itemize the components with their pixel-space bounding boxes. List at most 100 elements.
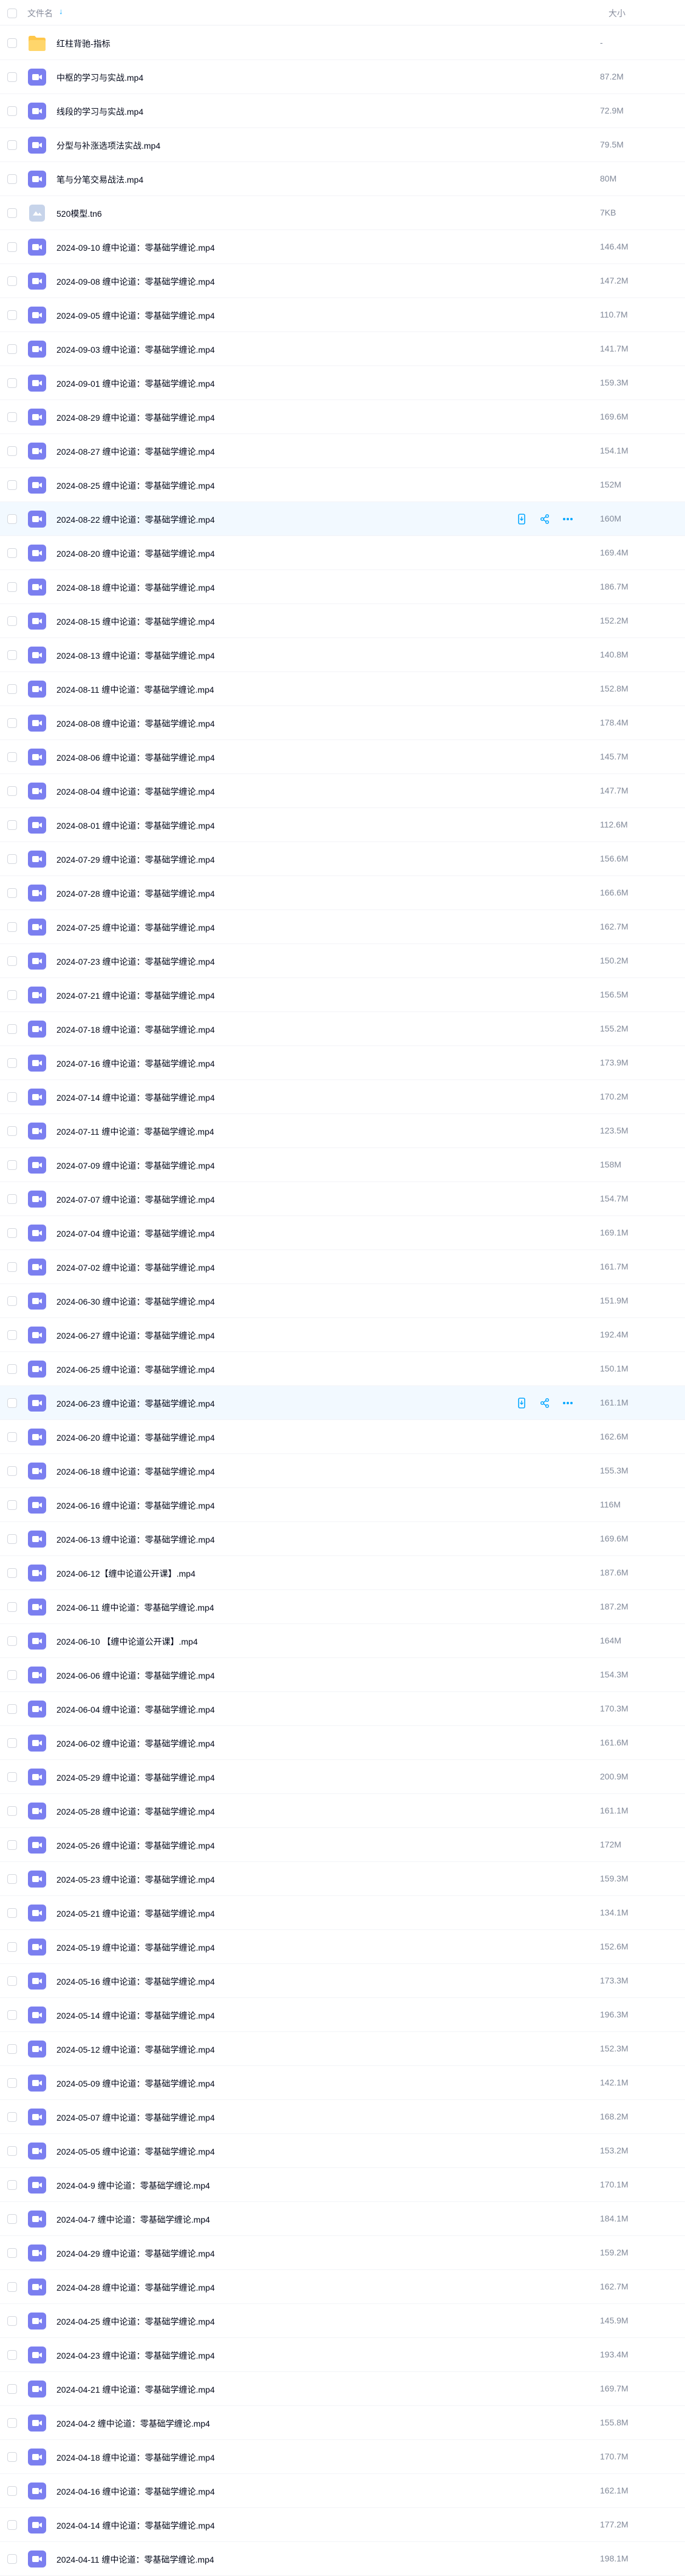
file-name[interactable]: 2024-07-02 缠中论道：零基础学缠论.mp4 [56, 1262, 215, 1274]
row-checkbox[interactable] [7, 1806, 17, 1816]
file-name[interactable]: 2024-05-14 缠中论道：零基础学缠论.mp4 [56, 2010, 215, 2022]
file-row[interactable]: 2024-06-06 缠中论道：零基础学缠论.mp4 154.3M [0, 1658, 685, 1692]
file-row[interactable]: 2024-07-07 缠中论道：零基础学缠论.mp4 154.7M [0, 1182, 685, 1216]
arrow-down-icon[interactable]: ↓ [59, 7, 63, 16]
file-name[interactable]: 2024-04-2 缠中论道：零基础学缠论.mp4 [56, 2418, 210, 2430]
row-checkbox[interactable] [7, 2520, 17, 2530]
row-checkbox[interactable] [7, 106, 17, 116]
file-name[interactable]: 2024-05-05 缠中论道：零基础学缠论.mp4 [56, 2146, 215, 2158]
file-row[interactable]: 2024-05-23 缠中论道：零基础学缠论.mp4 159.3M [0, 1862, 685, 1896]
file-name[interactable]: 2024-07-09 缠中论道：零基础学缠论.mp4 [56, 1160, 215, 1172]
file-row[interactable]: 2024-05-21 缠中论道：零基础学缠论.mp4 134.1M [0, 1896, 685, 1930]
row-checkbox[interactable] [7, 38, 17, 48]
file-row[interactable]: 2024-04-18 缠中论道：零基础学缠论.mp4 170.7M [0, 2440, 685, 2474]
file-row[interactable]: 2024-04-9 缠中论道：零基础学缠论.mp4 170.1M [0, 2168, 685, 2202]
row-checkbox[interactable] [7, 1874, 17, 1884]
file-name[interactable]: 2024-07-14 缠中论道：零基础学缠论.mp4 [56, 1092, 215, 1104]
more-button[interactable] [561, 512, 574, 526]
row-checkbox[interactable] [7, 1296, 17, 1306]
file-row[interactable]: 2024-04-28 缠中论道：零基础学缠论.mp4 162.7M [0, 2270, 685, 2304]
file-name[interactable]: 2024-08-11 缠中论道：零基础学缠论.mp4 [56, 684, 214, 696]
file-name[interactable]: 2024-08-29 缠中论道：零基础学缠论.mp4 [56, 412, 215, 424]
file-name[interactable]: 分型与补涨选项法实战.mp4 [56, 140, 160, 152]
file-row[interactable]: 2024-06-16 缠中论道：零基础学缠论.mp4 116M [0, 1488, 685, 1522]
row-checkbox[interactable] [7, 1126, 17, 1136]
file-name[interactable]: 2024-08-20 缠中论道：零基础学缠论.mp4 [56, 548, 215, 560]
file-row[interactable]: 2024-08-22 缠中论道：零基础学缠论.mp4 160M [0, 502, 685, 536]
file-row[interactable]: 2024-04-7 缠中论道：零基础学缠论.mp4 184.1M [0, 2202, 685, 2236]
file-name[interactable]: 2024-07-07 缠中论道：零基础学缠论.mp4 [56, 1194, 215, 1206]
file-name[interactable]: 2024-07-11 缠中论道：零基础学缠论.mp4 [56, 1126, 214, 1138]
file-name[interactable]: 520模型.tn6 [56, 208, 102, 220]
file-name[interactable]: 2024-04-25 缠中论道：零基础学缠论.mp4 [56, 2316, 215, 2328]
file-row[interactable]: 中枢的学习与实战.mp4 87.2M [0, 60, 685, 94]
row-checkbox[interactable] [7, 242, 17, 252]
select-all-checkbox[interactable] [7, 8, 17, 18]
row-checkbox[interactable] [7, 1364, 17, 1374]
row-checkbox[interactable] [7, 2112, 17, 2122]
file-row[interactable]: 2024-05-05 缠中论道：零基础学缠论.mp4 153.2M [0, 2134, 685, 2168]
row-checkbox[interactable] [7, 412, 17, 422]
file-name[interactable]: 2024-04-11 缠中论道：零基础学缠论.mp4 [56, 2554, 214, 2566]
file-row[interactable]: 2024-07-11 缠中论道：零基础学缠论.mp4 123.5M [0, 1114, 685, 1148]
row-checkbox[interactable] [7, 922, 17, 932]
row-checkbox[interactable] [7, 888, 17, 898]
file-name[interactable]: 2024-04-18 缠中论道：零基础学缠论.mp4 [56, 2452, 215, 2464]
file-row[interactable]: 2024-08-06 缠中论道：零基础学缠论.mp4 145.7M [0, 740, 685, 774]
file-row[interactable]: 2024-07-25 缠中论道：零基础学缠论.mp4 162.7M [0, 910, 685, 944]
file-row[interactable]: 2024-04-23 缠中论道：零基础学缠论.mp4 193.4M [0, 2338, 685, 2372]
file-name[interactable]: 2024-04-9 缠中论道：零基础学缠论.mp4 [56, 2180, 210, 2192]
row-checkbox[interactable] [7, 1500, 17, 1510]
file-row[interactable]: 线段的学习与实战.mp4 72.9M [0, 94, 685, 128]
row-checkbox[interactable] [7, 2486, 17, 2496]
file-row[interactable]: 2024-06-27 缠中论道：零基础学缠论.mp4 192.4M [0, 1318, 685, 1352]
file-row[interactable]: 2024-04-2 缠中论道：零基础学缠论.mp4 155.8M [0, 2406, 685, 2440]
save-to-phone-button[interactable] [515, 512, 528, 526]
file-name[interactable]: 线段的学习与实战.mp4 [56, 106, 143, 118]
row-checkbox[interactable] [7, 1738, 17, 1748]
file-row[interactable]: 2024-07-23 缠中论道：零基础学缠论.mp4 150.2M [0, 944, 685, 978]
share-button[interactable] [538, 512, 551, 526]
file-row[interactable]: 2024-08-08 缠中论道：零基础学缠论.mp4 178.4M [0, 706, 685, 740]
row-checkbox[interactable] [7, 1228, 17, 1238]
file-name[interactable]: 2024-08-22 缠中论道：零基础学缠论.mp4 [56, 514, 215, 526]
file-row[interactable]: 2024-07-14 缠中论道：零基础学缠论.mp4 170.2M [0, 1080, 685, 1114]
file-name[interactable]: 中枢的学习与实战.mp4 [56, 72, 143, 84]
file-row[interactable]: 2024-07-18 缠中论道：零基础学缠论.mp4 155.2M [0, 1012, 685, 1046]
row-checkbox[interactable] [7, 1092, 17, 1102]
file-name[interactable]: 2024-08-01 缠中论道：零基础学缠论.mp4 [56, 820, 215, 832]
row-checkbox[interactable] [7, 378, 17, 388]
row-checkbox[interactable] [7, 582, 17, 592]
row-checkbox[interactable] [7, 1568, 17, 1578]
file-name[interactable]: 2024-09-08 缠中论道：零基础学缠论.mp4 [56, 276, 215, 288]
file-name[interactable]: 2024-04-14 缠中论道：零基础学缠论.mp4 [56, 2520, 215, 2532]
row-checkbox[interactable] [7, 718, 17, 728]
file-name[interactable]: 2024-07-28 缠中论道：零基础学缠论.mp4 [56, 888, 215, 900]
file-name[interactable]: 2024-08-04 缠中论道：零基础学缠论.mp4 [56, 786, 215, 798]
row-checkbox[interactable] [7, 140, 17, 150]
row-checkbox[interactable] [7, 1262, 17, 1272]
file-row[interactable]: 2024-05-29 缠中论道：零基础学缠论.mp4 200.9M [0, 1760, 685, 1794]
file-name[interactable]: 2024-05-07 缠中论道：零基础学缠论.mp4 [56, 2112, 215, 2124]
row-checkbox[interactable] [7, 1976, 17, 1986]
file-name[interactable]: 2024-06-30 缠中论道：零基础学缠论.mp4 [56, 1296, 215, 1308]
file-row[interactable]: 2024-06-10 【缠中论道公开课】.mp4 164M [0, 1624, 685, 1658]
file-name[interactable]: 2024-08-06 缠中论道：零基础学缠论.mp4 [56, 752, 215, 764]
file-row[interactable]: 2024-04-11 缠中论道：零基础学缠论.mp4 198.1M [0, 2542, 685, 2576]
file-row[interactable]: 2024-08-29 缠中论道：零基础学缠论.mp4 169.6M [0, 400, 685, 434]
file-name[interactable]: 2024-04-28 缠中论道：零基础学缠论.mp4 [56, 2282, 215, 2294]
file-name[interactable]: 2024-09-01 缠中论道：零基础学缠论.mp4 [56, 378, 215, 390]
file-name[interactable]: 2024-06-25 缠中论道：零基础学缠论.mp4 [56, 1364, 215, 1376]
file-name[interactable]: 2024-09-03 缠中论道：零基础学缠论.mp4 [56, 344, 215, 356]
file-row[interactable]: 2024-06-20 缠中论道：零基础学缠论.mp4 162.6M [0, 1420, 685, 1454]
file-row[interactable]: 2024-08-20 缠中论道：零基础学缠论.mp4 169.4M [0, 536, 685, 570]
file-name[interactable]: 笔与分笔交易战法.mp4 [56, 174, 143, 186]
file-name[interactable]: 2024-08-13 缠中论道：零基础学缠论.mp4 [56, 650, 215, 662]
row-checkbox[interactable] [7, 2554, 17, 2564]
file-name[interactable]: 2024-08-15 缠中论道：零基础学缠论.mp4 [56, 616, 215, 628]
file-name[interactable]: 2024-08-08 缠中论道：零基础学缠论.mp4 [56, 718, 215, 730]
file-row[interactable]: 2024-04-21 缠中论道：零基础学缠论.mp4 169.7M [0, 2372, 685, 2406]
file-row[interactable]: 2024-07-28 缠中论道：零基础学缠论.mp4 166.6M [0, 876, 685, 910]
row-checkbox[interactable] [7, 1330, 17, 1340]
column-size-header[interactable]: 大小 [608, 7, 625, 19]
